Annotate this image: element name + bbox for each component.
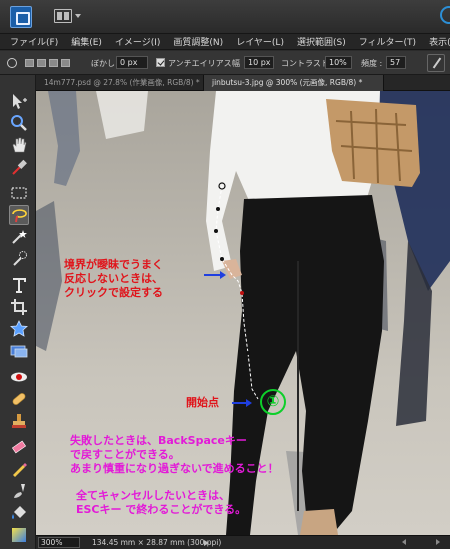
- document-info: 134.45 mm × 28.87 mm (300 ppi): [92, 538, 222, 547]
- layout-icon[interactable]: [54, 9, 72, 23]
- spot-healing-brush-icon[interactable]: [9, 389, 29, 409]
- menu-bar: ファイル(F) 編集(E) イメージ(I) 画質調整(N) レイヤー(L) 選択…: [0, 34, 450, 50]
- clone-stamp-tool-icon[interactable]: [9, 411, 29, 431]
- subtract-selection-icon[interactable]: [49, 59, 58, 67]
- straighten-tool-icon[interactable]: [9, 341, 29, 361]
- move-tool-icon[interactable]: [9, 91, 29, 111]
- antialias-checkbox[interactable]: [156, 58, 165, 67]
- boundary-hint-line-2: 反応しないときは、: [64, 272, 163, 285]
- menu-image[interactable]: イメージ(I): [115, 35, 161, 48]
- gradient-tool-icon[interactable]: [9, 525, 29, 545]
- zoom-tool-icon[interactable]: [9, 113, 29, 133]
- paint-bucket-tool-icon[interactable]: [9, 503, 29, 523]
- magnetic-lasso-tool-icon[interactable]: [9, 205, 29, 225]
- app-logo-icon[interactable]: [10, 6, 32, 28]
- scroll-right-icon[interactable]: [436, 539, 440, 545]
- boundary-hint-line-3: クリックで設定する: [64, 286, 163, 299]
- menu-file[interactable]: ファイル(F): [10, 35, 58, 48]
- document-tabs: 14m777.psd @ 27.8% (作業画像, RGB/8) * jinbu…: [36, 75, 450, 91]
- intersect-selection-icon[interactable]: [61, 59, 70, 67]
- menu-enhance[interactable]: 画質調整(N): [173, 35, 223, 48]
- undo-hint-text: 失敗したときは、BackSpaceキー で戻すことができる。 あまり慎重になり過…: [70, 434, 279, 476]
- undo-hint-line-3: あまり慎重になり過ぎないで進めること！: [70, 462, 279, 475]
- hand-tool-icon[interactable]: [9, 135, 29, 155]
- boundary-hint-line-1: 境界が曖昧でうまく: [64, 258, 163, 271]
- menu-edit[interactable]: 編集(E): [71, 35, 102, 48]
- frequency-input[interactable]: 57: [386, 56, 406, 69]
- boundary-hint-text: 境界が曖昧でうまく 反応しないときは、 クリックで設定する: [64, 258, 163, 300]
- status-menu-arrow-icon[interactable]: [204, 540, 209, 546]
- zoom-level-input[interactable]: 300%: [38, 537, 80, 548]
- tab-document-1[interactable]: 14m777.psd @ 27.8% (作業画像, RGB/8) *: [36, 75, 204, 91]
- toolbox: [0, 75, 36, 549]
- options-bar: ぼかし : 0 px アンチエイリアス 幅 10 px コントラスト : 10%…: [0, 51, 450, 75]
- quick-selection-tool-icon[interactable]: [9, 249, 29, 269]
- marquee-tool-icon[interactable]: [9, 183, 29, 203]
- eyedropper-tool-icon[interactable]: [9, 157, 29, 177]
- width-input[interactable]: 10 px: [244, 56, 274, 69]
- step-number-badge: ①: [260, 389, 286, 415]
- stylus-pressure-icon[interactable]: [427, 54, 445, 72]
- new-selection-icon[interactable]: [25, 59, 34, 67]
- image-canvas[interactable]: 境界が曖昧でうまく 反応しないときは、 クリックで設定する 開始点 ① 失敗した…: [36, 91, 450, 535]
- status-bar: 300% 134.45 mm × 28.87 mm (300 ppi): [36, 535, 450, 549]
- feather-input[interactable]: 0 px: [116, 56, 148, 69]
- width-icon: 幅: [232, 59, 240, 68]
- eraser-tool-icon[interactable]: [9, 437, 29, 457]
- pencil-tool-icon[interactable]: [9, 459, 29, 479]
- undo-hint-line-1: 失敗したときは、BackSpaceキー: [70, 434, 247, 447]
- cookie-cutter-tool-icon[interactable]: [9, 319, 29, 339]
- scroll-left-icon[interactable]: [402, 539, 406, 545]
- menu-view[interactable]: 表示(V): [429, 35, 450, 48]
- menu-filter[interactable]: フィルター(T): [359, 35, 416, 48]
- add-selection-icon[interactable]: [37, 59, 46, 67]
- crop-tool-icon[interactable]: [9, 297, 29, 317]
- menu-layer[interactable]: レイヤー(L): [236, 35, 284, 48]
- type-tool-icon[interactable]: [9, 275, 29, 295]
- tool-preset-icon[interactable]: [7, 58, 17, 68]
- red-eye-tool-icon[interactable]: [9, 367, 29, 387]
- start-point-label: 開始点: [186, 396, 219, 409]
- chevron-down-icon[interactable]: [75, 14, 81, 18]
- cancel-hint-line-1: 全てキャンセルしたいときは、: [76, 489, 230, 502]
- contrast-input[interactable]: 10%: [325, 56, 352, 69]
- tab-document-2[interactable]: jinbutsu-3.jpg @ 300% (元画像, RGB/8) *: [204, 75, 384, 91]
- antialias-label: アンチエイリアス: [168, 59, 232, 68]
- cancel-hint-text: 全てキャンセルしたいときは、 ESCキー で終わることができる。: [76, 489, 246, 517]
- help-icon[interactable]: [440, 6, 450, 24]
- app-bar: [0, 0, 450, 34]
- undo-hint-line-2: で戻すことができる。: [70, 448, 180, 461]
- frequency-label: 頻度 :: [361, 59, 383, 68]
- cancel-hint-line-2: ESCキー で終わることができる。: [76, 503, 247, 516]
- brush-tool-icon[interactable]: [9, 481, 29, 501]
- menu-select[interactable]: 選択範囲(S): [297, 35, 346, 48]
- magic-wand-tool-icon[interactable]: [9, 227, 29, 247]
